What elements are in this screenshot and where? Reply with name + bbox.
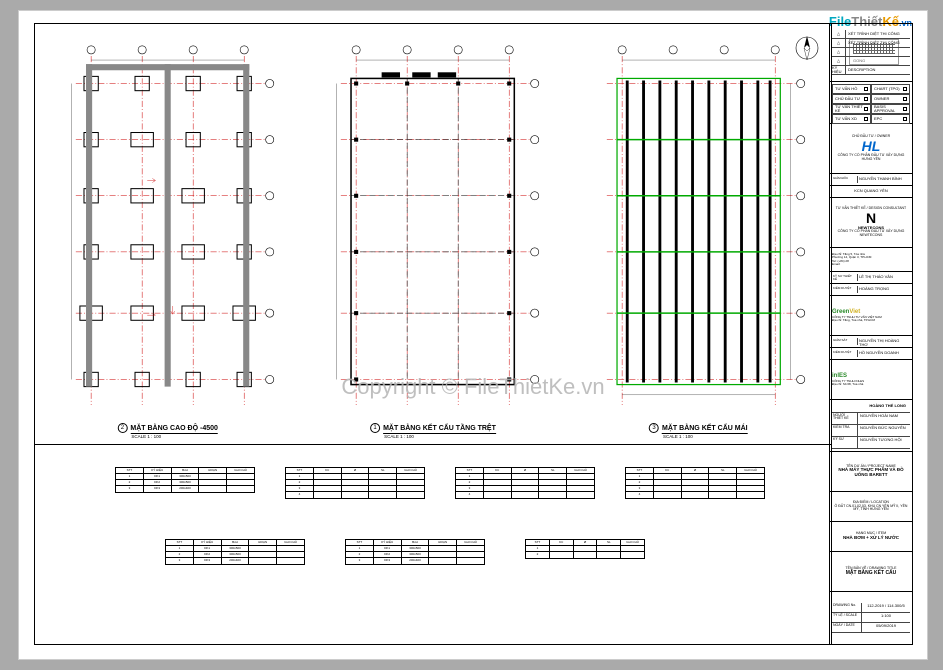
designer-engineer-row: KỸ SƯ THIẾT KẾLÊ THỊ THÁO VÂN xyxy=(830,272,912,284)
designer-block: TƯ VẤN THIẾT KẾ / DESIGN CONSULTANT N NE… xyxy=(830,198,912,248)
designer-qc-row: KIỂM DUYỆTHOÀNG TRỌNG xyxy=(830,284,912,296)
plan-foundation-area: 2MẶT BẰNG CAO ĐỘ -4500 SCALE 1 : 100 xyxy=(35,24,300,439)
signature-block: HOÀNG THẾ LONG NGƯỜI THIẾT KẾNGUYỄN HOÀI… xyxy=(830,400,912,452)
plan-groundfloor-label: 1MẶT BẰNG KẾT CẤU TẦNG TRỆT SCALE 1 : 10… xyxy=(370,423,496,439)
drawing-title-block: TÊN BẢN VẼ / DRAWING TITLE MẶT BẰNG KẾT … xyxy=(830,552,912,592)
plan-roof-drawing xyxy=(566,24,831,439)
plan-foundation-drawing xyxy=(35,24,300,439)
plans-row: 2MẶT BẰNG CAO ĐỘ -4500 SCALE 1 : 100 xyxy=(35,24,831,439)
plan-groundfloor-area: 1MẶT BẰNG KẾT CẤU TẦNG TRỆT SCALE 1 : 10… xyxy=(300,24,565,439)
drawing-number-block: DRAWING No.112-2019 / 114.300/5TỶ LỆ / S… xyxy=(830,592,912,644)
designer-addr: Địa chỉ: Tầng 5, Tòa nhàPhường 14, Quận … xyxy=(830,248,912,272)
project-name-block: TÊN DỰ ÁN / PROJECT NAME NHÀ MÁY THỰC PH… xyxy=(830,452,912,492)
schedule-table-2: STTKCØSLGHI CHÚ1234 xyxy=(285,467,425,499)
item-block: HẠNG MỤC / ITEM NHÀ BƠM + XỬ LÝ NƯỚC xyxy=(830,522,912,552)
check-block: TƯ VẤN HỒCHART (TPG)CHỦ ĐẦU TƯOWNERTƯ VẤ… xyxy=(830,82,912,124)
schedule-table-6: STTKÝ HIỆUBxHĐOẠNGHI CHÚ1DK1300x5002DK23… xyxy=(345,539,485,565)
drawing-frame: 2MẶT BẰNG CAO ĐỘ -4500 SCALE 1 : 100 xyxy=(34,23,832,645)
plan-roof-label: 3MẶT BẰNG KẾT CẤU MÁI SCALE 1 : 100 xyxy=(649,423,748,439)
consultant-green-block: GreenViet CÔNG TY TNHH TƯ VẤN VIỆT NAM Đ… xyxy=(830,296,912,336)
plan-roof-area: 3MẶT BẰNG KẾT CẤU MÁI SCALE 1 : 100 xyxy=(566,24,831,439)
schedule-table-4: STTKCØSLGHI CHÚ1234 xyxy=(625,467,765,499)
consultant-inl-block: inlES CÔNG TY TNHH INLES Địa chỉ: Số 68,… xyxy=(830,360,912,400)
owner-block: CHỦ ĐẦU TƯ / OWNER HL CÔNG TY CỔ PHẦN ĐẦ… xyxy=(830,124,912,174)
schedule-table-7: STTKCØSLGHI CHÚ12 xyxy=(525,539,645,559)
owner-addr-row: KCN QUANG YÊN xyxy=(830,186,912,198)
plan-foundation-label: 2MẶT BẰNG CAO ĐỘ -4500 SCALE 1 : 100 xyxy=(117,423,218,439)
owner-name-row: GIÁM ĐỐCNGUYỄN THANH BÌNH xyxy=(830,174,912,186)
titleblock: △XÉT TRÌNH DIỆT THI CÔNG△XÉT TRÌNH DIỆT … xyxy=(829,23,913,645)
plan-groundfloor-drawing xyxy=(300,24,565,439)
green-qc-row: KIỂM DUYỆTHỒ NGUYỄN DOANH xyxy=(830,348,912,360)
schedule-table-1: STTKÝ HIỆUBxHĐOẠNGHI CHÚ1DK1300x5002DK23… xyxy=(115,467,255,493)
location-block: ĐỊA ĐIỂM / LOCATION Ô ĐẤT CN.01,02,03, K… xyxy=(830,492,912,522)
green-engineer-row: GIÁM SÁTNGUYỄN THỊ HOÀNG THƠ xyxy=(830,336,912,348)
horizontal-divider xyxy=(35,444,831,445)
owner-logo-icon: HL xyxy=(862,139,881,154)
revision-block: △XÉT TRÌNH DIỆT THI CÔNG△XÉT TRÌNH DIỆT … xyxy=(830,24,912,82)
drawing-sheet: FileThiếtKế.vn GONG xyxy=(18,10,928,660)
schedule-table-5: STTKÝ HIỆUBxHĐOẠNGHI CHÚ1DK1300x5002DK23… xyxy=(165,539,305,565)
designer-logo-icon: N xyxy=(866,211,876,226)
schedule-table-3: STTKCØSLGHI CHÚ1234 xyxy=(455,467,595,499)
schedule-tables: STTKÝ HIỆUBxHĐOẠNGHI CHÚ1DK1300x5002DK23… xyxy=(95,459,791,639)
